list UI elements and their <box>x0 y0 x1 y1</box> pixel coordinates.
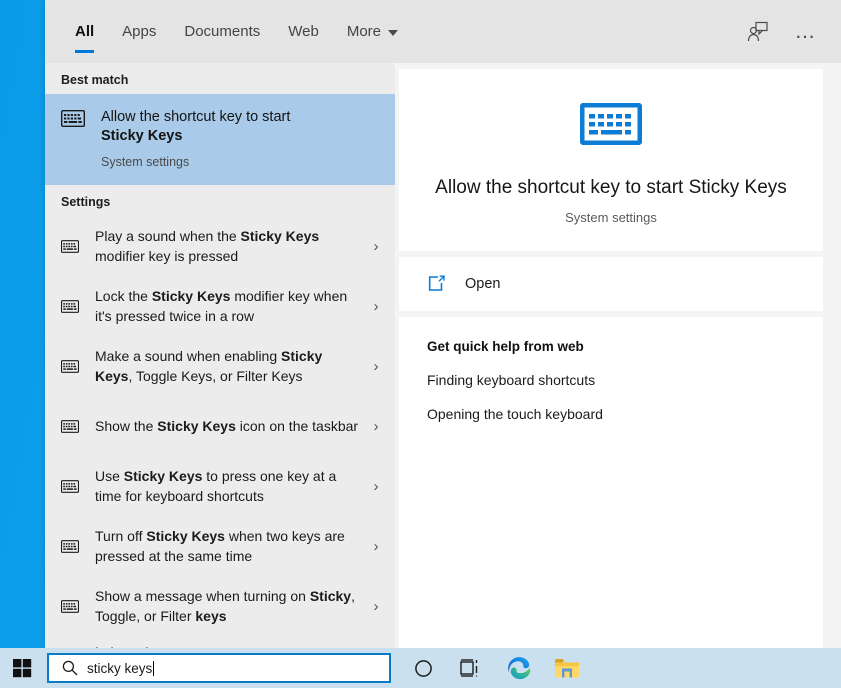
search-the-web-heading: Search the web <box>45 636 395 648</box>
results-column[interactable]: Best match Allow the shortcut key to sta… <box>45 63 395 648</box>
settings-result-label: Play a sound when the Sticky Keys modifi… <box>95 228 320 264</box>
chevron-right-icon: › <box>373 417 379 435</box>
search-results-body: Best match Allow the shortcut key to sta… <box>45 63 841 648</box>
keyboard-icon <box>61 479 95 493</box>
preview-hero-card: Allow the shortcut key to start Sticky K… <box>399 69 823 251</box>
best-match-subtitle: System settings <box>101 155 190 169</box>
chevron-right-icon: › <box>373 537 379 555</box>
settings-result-item[interactable]: Show a message when turning on Sticky, T… <box>45 576 395 636</box>
tab-web[interactable]: Web <box>274 0 333 63</box>
quick-help-link[interactable]: Finding keyboard shortcuts <box>427 372 823 388</box>
search-flyout-panel: All Apps Documents Web More … Best match… <box>45 0 841 648</box>
settings-result-item[interactable]: Lock the Sticky Keys modifier key when i… <box>45 276 395 336</box>
preview-title: Allow the shortcut key to start Sticky K… <box>435 177 787 198</box>
taskbar-icon-group <box>399 648 591 688</box>
best-match-text: Allow the shortcut key to start Sticky K… <box>95 108 290 169</box>
chevron-right-icon: › <box>373 597 379 615</box>
keyboard-icon <box>60 108 95 132</box>
header-actions: … <box>741 0 841 63</box>
quick-help-title: Get quick help from web <box>427 339 584 354</box>
search-input[interactable]: sticky keys <box>87 661 154 676</box>
tab-list: All Apps Documents Web More <box>45 0 412 63</box>
settings-result-item[interactable]: Play a sound when the Sticky Keys modifi… <box>45 216 395 276</box>
chevron-right-icon: › <box>373 477 379 495</box>
quick-help-card: Get quick help from web Finding keyboard… <box>399 317 823 648</box>
best-match-heading: Best match <box>61 73 129 87</box>
settings-result-label: Show the Sticky Keys icon on the taskbar <box>95 418 359 434</box>
settings-result-item[interactable]: Use Sticky Keys to press one key at a ti… <box>45 456 395 516</box>
keyboard-icon <box>61 419 95 433</box>
preview-subtitle: System settings <box>565 210 657 225</box>
settings-result-label: Make a sound when enabling Sticky Keys, … <box>95 348 323 384</box>
windows-logo-icon <box>13 658 32 677</box>
quick-help-link[interactable]: Opening the touch keyboard <box>427 406 823 422</box>
tab-documents-label: Documents <box>184 23 261 40</box>
more-options-glyph: … <box>794 20 818 43</box>
open-action-label: Open <box>465 276 501 292</box>
keyboard-icon-large <box>419 102 803 150</box>
search-tab-bar: All Apps Documents Web More … <box>45 0 841 63</box>
tab-apps-label: Apps <box>122 23 157 40</box>
best-match-result[interactable]: Allow the shortcut key to start Sticky K… <box>45 94 395 185</box>
chevron-right-icon: › <box>373 357 379 375</box>
best-match-title-line1: Allow the shortcut key to start <box>101 109 291 125</box>
settings-result-list: Play a sound when the Sticky Keys modifi… <box>45 216 395 636</box>
keyboard-icon <box>61 359 95 373</box>
tab-more-label: More <box>346 23 382 40</box>
search-icon <box>57 660 83 676</box>
settings-result-label: Lock the Sticky Keys modifier key when i… <box>95 288 348 324</box>
settings-result-label: Turn off Sticky Keys when two keys are p… <box>95 528 345 564</box>
settings-result-label: Use Sticky Keys to press one key at a ti… <box>95 468 337 504</box>
settings-result-label: Show a message when turning on Sticky, T… <box>95 588 355 624</box>
taskbar: sticky keys <box>0 648 841 688</box>
tab-all[interactable]: All <box>61 0 108 63</box>
task-view-icon[interactable] <box>447 648 495 688</box>
settings-result-item[interactable]: Make a sound when enabling Sticky Keys, … <box>45 336 395 396</box>
preview-column: Allow the shortcut key to start Sticky K… <box>395 63 841 648</box>
keyboard-icon <box>61 239 95 253</box>
feedback-icon[interactable] <box>741 15 775 49</box>
keyboard-icon <box>61 299 95 313</box>
start-button[interactable] <box>0 648 45 688</box>
chevron-right-icon: › <box>373 297 379 315</box>
tab-all-label: All <box>75 23 95 40</box>
settings-result-item[interactable]: Show the Sticky Keys icon on the taskbar… <box>45 396 395 456</box>
keyboard-icon <box>61 539 95 553</box>
cortana-icon[interactable] <box>399 648 447 688</box>
tab-documents[interactable]: Documents <box>170 0 274 63</box>
chevron-right-icon: › <box>373 237 379 255</box>
open-external-icon <box>427 275 459 293</box>
best-match-title-line2: Sticky Keys <box>101 128 183 144</box>
open-action-button[interactable]: Open <box>399 257 823 311</box>
settings-heading: Settings <box>61 195 111 209</box>
tab-more[interactable]: More <box>333 0 412 63</box>
taskbar-search-box[interactable]: sticky keys <box>47 653 391 683</box>
microsoft-edge-icon[interactable] <box>495 648 543 688</box>
more-options-icon[interactable]: … <box>789 15 823 49</box>
tab-apps[interactable]: Apps <box>108 0 170 63</box>
tab-web-label: Web <box>288 23 319 40</box>
file-explorer-icon[interactable] <box>543 648 591 688</box>
keyboard-icon <box>61 599 95 613</box>
settings-result-item[interactable]: Turn off Sticky Keys when two keys are p… <box>45 516 395 576</box>
best-match-title: Allow the shortcut key to start Sticky K… <box>101 108 290 146</box>
chevron-down-icon <box>388 29 399 36</box>
